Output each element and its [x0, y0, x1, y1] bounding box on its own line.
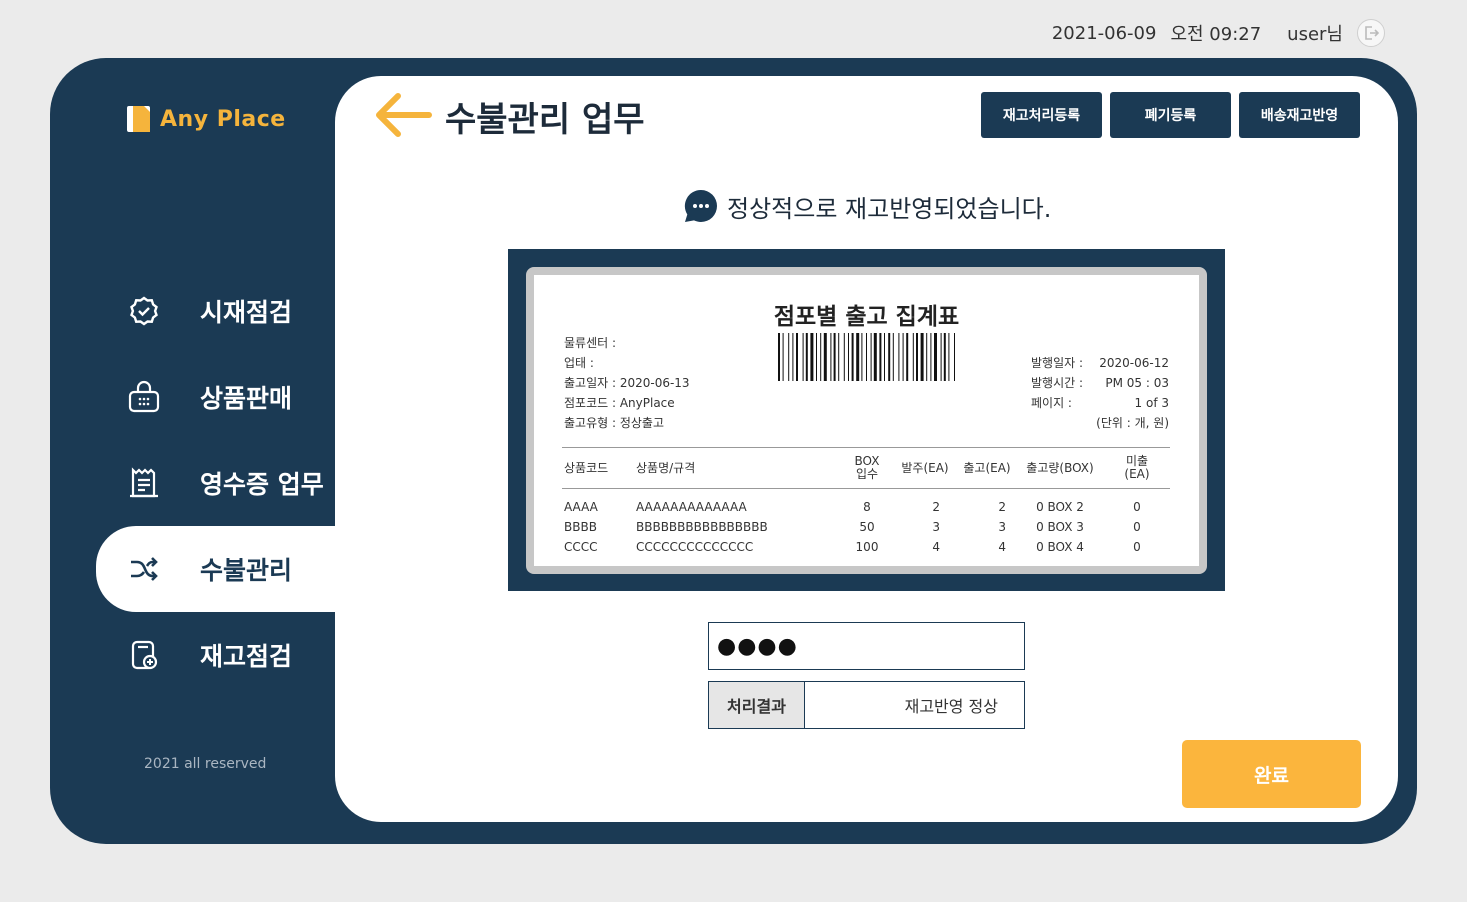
logout-icon — [1365, 26, 1379, 40]
column-header: 상품명/규격 — [634, 447, 842, 489]
logo-icon — [127, 106, 150, 132]
table-cell: 2 — [998, 499, 1006, 514]
receipt-left-info: 물류센터 : 업태 : 출고일자 : 2020-06-13 점포코드 : Any… — [564, 333, 690, 433]
info-line: 물류센터 : — [564, 336, 617, 350]
column-header: 발주(EA) — [892, 447, 958, 489]
table-row: AAAA AAAAAAAAAAAAA 8 2 2 0 BOX 2 0 — [562, 489, 1170, 517]
table-cell: 4 — [932, 539, 940, 554]
stock-process-register-button[interactable]: 재고처리등록 — [981, 92, 1102, 138]
table-cell: 0 BOX 2 — [1036, 499, 1084, 514]
table-cell: 0 — [1133, 499, 1141, 514]
back-button[interactable] — [373, 90, 433, 144]
done-button[interactable]: 완료 — [1182, 740, 1361, 808]
sidebar-item-inventory-check[interactable]: 재고점검 — [96, 612, 336, 698]
action-buttons: 재고처리등록 폐기등록 배송재고반영 — [981, 92, 1360, 138]
receipt-right-info: 발행일자 : 2020-06-12 발행시간 : PM 05 : 03 페이지 : 1… — [1031, 353, 1169, 433]
info-value: 1 of 3 — [1134, 396, 1169, 410]
sidebar-item-stock-management[interactable]: 수불관리 — [96, 526, 356, 612]
table-cell: 100 — [855, 539, 879, 554]
info-line: 출고유형 : 정상출고 — [564, 416, 664, 430]
info-line: 출고일자 : 2020-06-13 — [564, 376, 690, 390]
receipt-preview: 점포별 출고 집계표 물류센터 : 업태 : 출고일자 : 2020-06-13… — [508, 249, 1225, 591]
brand-name: Any Place — [160, 106, 286, 132]
brand-logo: Any Place — [127, 106, 286, 132]
column-header: 상품코드 — [562, 447, 634, 489]
table-cell: 3 — [932, 519, 940, 534]
status-message: 정상적으로 재고반영되었습니다. — [683, 188, 1051, 224]
receipt-sheet: 점포별 출고 집계표 물류센터 : 업태 : 출고일자 : 2020-06-13… — [534, 275, 1199, 566]
table-cell: 50 — [859, 519, 875, 534]
table-cell: CCCCCCCCCCCCCC — [636, 539, 754, 554]
app-frame: Any Place 시재점검 상품판매 영수증 업무 수불관리 재고점검 202… — [50, 58, 1417, 844]
main-panel: 수불관리 업무 재고처리등록 폐기등록 배송재고반영 정상적으로 재고반영되었습… — [335, 76, 1398, 822]
password-input[interactable]: ●●●● — [708, 622, 1025, 670]
sidebar-nav: 시재점검 상품판매 영수증 업무 수불관리 재고점검 — [96, 268, 356, 698]
table-cell: 4 — [998, 539, 1006, 554]
info-line: 점포코드 : AnyPlace — [564, 396, 675, 410]
column-header: 출고(EA) — [958, 447, 1016, 489]
table-row: BBBB BBBBBBBBBBBBBBBB 50 3 3 0 BOX 3 0 — [562, 517, 1170, 537]
unit-note: (단위 : 개, 원) — [1096, 416, 1169, 430]
sidebar-item-product-sales[interactable]: 상품판매 — [96, 354, 336, 440]
sidebar-item-label: 재고점검 — [200, 642, 293, 671]
table-cell: CCCC — [564, 539, 598, 554]
barcode — [778, 333, 955, 381]
table-cell: 2 — [932, 499, 940, 514]
sidebar-item-cash-check[interactable]: 시재점검 — [96, 268, 336, 354]
table-cell: 0 — [1133, 539, 1141, 554]
arrow-left-icon — [376, 93, 432, 137]
logout-button[interactable] — [1357, 19, 1385, 47]
user-name: user님 — [1287, 24, 1343, 45]
current-time: 오전 09:27 — [1170, 24, 1262, 45]
sidebar-item-receipt[interactable]: 영수증 업무 — [96, 440, 336, 526]
sidebar-item-label: 상품판매 — [200, 384, 293, 413]
column-header: 출고량(BOX) — [1016, 447, 1104, 489]
table-header-row: 상품코드 상품명/규격 BOX 입수 발주(EA) 출고(EA) 출고량(BOX… — [562, 447, 1170, 489]
sidebar-item-label: 영수증 업무 — [200, 470, 324, 499]
check-badge-icon — [126, 293, 162, 329]
receipt-title: 점포별 출고 집계표 — [773, 304, 960, 330]
table-cell: AAAAAAAAAAAAA — [636, 499, 747, 514]
table-cell: BBBBBBBBBBBBBBBB — [636, 519, 768, 534]
info-line: 업태 : — [564, 356, 594, 370]
result-value: 재고반영 정상 — [904, 697, 998, 716]
copyright-text: 2021 all reserved — [144, 756, 267, 772]
page-title: 수불관리 업무 — [445, 100, 645, 140]
shuffle-icon — [126, 551, 162, 587]
column-header: 미출 (EA) — [1104, 447, 1170, 489]
sidebar-item-label: 시재점검 — [200, 298, 293, 327]
delivery-stock-apply-button[interactable]: 배송재고반영 — [1239, 92, 1360, 138]
current-date: 2021-06-09 — [1051, 22, 1157, 44]
result-label: 처리결과 — [709, 682, 805, 728]
column-header: BOX 입수 — [842, 447, 892, 489]
table-cell: 0 BOX 3 — [1036, 519, 1084, 534]
table-cell: BBBB — [564, 519, 597, 534]
info-value: PM 05 : 03 — [1105, 376, 1169, 390]
top-bar: 2021-06-09 오전 09:27 user님 — [1052, 18, 1385, 48]
status-message-text: 정상적으로 재고반영되었습니다. — [727, 194, 1052, 223]
info-key: 페이지 : — [1031, 396, 1072, 410]
table-cell: 0 — [1133, 519, 1141, 534]
table-cell: 0 BOX 4 — [1036, 539, 1084, 554]
info-key: 발행시간 : — [1031, 376, 1084, 390]
disposal-register-button[interactable]: 폐기등록 — [1110, 92, 1231, 138]
basket-icon — [126, 379, 162, 415]
table-cell: 3 — [998, 519, 1006, 534]
receipt-border: 점포별 출고 집계표 물류센터 : 업태 : 출고일자 : 2020-06-13… — [526, 267, 1207, 574]
sidebar-item-label: 수불관리 — [200, 556, 293, 585]
table-cell: AAAA — [564, 499, 598, 514]
receipt-table: 상품코드 상품명/규격 BOX 입수 발주(EA) 출고(EA) 출고량(BOX… — [562, 447, 1170, 557]
info-key: 발행일자 : — [1031, 356, 1084, 370]
info-value: 2020-06-12 — [1099, 356, 1169, 370]
table-cell: 8 — [863, 499, 871, 514]
chat-bubble-icon — [684, 189, 717, 222]
inventory-check-icon — [126, 637, 162, 673]
result-field: 처리결과 재고반영 정상 — [708, 681, 1025, 729]
receipt-icon — [126, 465, 162, 501]
table-row: CCCC CCCCCCCCCCCCCC 100 4 4 0 BOX 4 0 — [562, 537, 1170, 557]
